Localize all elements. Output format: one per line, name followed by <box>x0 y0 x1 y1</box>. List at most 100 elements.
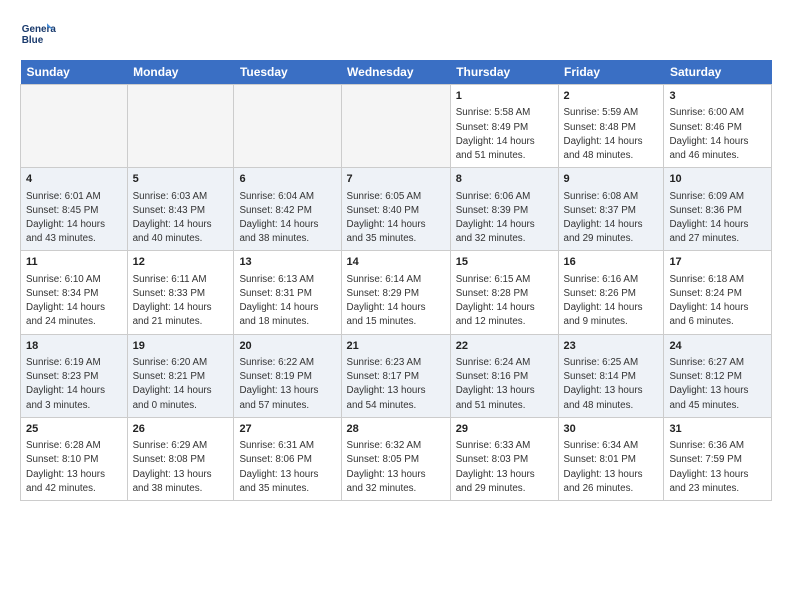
calendar-cell <box>341 85 450 168</box>
day-info: Sunrise: 6:29 AMSunset: 8:08 PMDaylight:… <box>133 439 229 496</box>
day-number: 9 <box>564 172 659 187</box>
day-number: 21 <box>347 339 445 354</box>
calendar-cell: 10 Sunrise: 6:09 AMSunset: 8:36 PMDayligh… <box>664 168 772 251</box>
day-info: Sunrise: 6:33 AMSunset: 8:03 PMDaylight:… <box>456 439 553 496</box>
day-header-wednesday: Wednesday <box>341 60 450 85</box>
calendar-cell: 15 Sunrise: 6:15 AMSunset: 8:28 PMDayligh… <box>450 251 558 334</box>
day-number: 7 <box>347 172 445 187</box>
calendar-cell <box>127 85 234 168</box>
header: General Blue <box>20 16 772 52</box>
calendar-week-4: 18Sunrise: 6:19 AMSunset: 8:23 PMDayligh… <box>21 334 772 417</box>
day-info: Sunrise: 5:58 AMSunset: 8:49 PMDaylight:… <box>456 106 553 163</box>
day-number: 25 <box>26 422 122 437</box>
day-info: Sunrise: 6:20 AMSunset: 8:21 PMDaylight:… <box>133 356 229 413</box>
day-header-sunday: Sunday <box>21 60 128 85</box>
day-info: Sunrise: 6:27 AMSunset: 8:12 PMDaylight:… <box>669 356 766 413</box>
calendar-cell: 17Sunrise: 6:18 AMSunset: 8:24 PMDayligh… <box>664 251 772 334</box>
day-number: 12 <box>133 255 229 270</box>
day-info: Sunrise: 6:34 AMSunset: 8:01 PMDaylight:… <box>564 439 659 496</box>
day-info: Sunrise: 6:01 AMSunset: 8:45 PMDaylight:… <box>26 190 122 247</box>
page-container: General Blue SundayMondayTuesdayWednesda… <box>0 0 792 511</box>
day-number: 13 <box>239 255 335 270</box>
calendar-cell: 27 Sunrise: 6:31 AMSunset: 8:06 PMDayligh… <box>234 417 341 500</box>
day-info: Sunrise: 6:09 AMSunset: 8:36 PMDaylight:… <box>669 190 766 247</box>
day-info: Sunrise: 6:15 AMSunset: 8:28 PMDaylight:… <box>456 273 553 330</box>
day-info: Sunrise: 6:05 AMSunset: 8:40 PMDaylight:… <box>347 190 445 247</box>
day-number: 15 <box>456 255 553 270</box>
calendar-week-2: 4 Sunrise: 6:01 AMSunset: 8:45 PMDaylight… <box>21 168 772 251</box>
calendar-cell: 2Sunrise: 5:59 AMSunset: 8:48 PMDaylight… <box>558 85 664 168</box>
calendar-cell: 1 Sunrise: 5:58 AMSunset: 8:49 PMDaylight… <box>450 85 558 168</box>
day-number: 8 <box>456 172 553 187</box>
day-number: 27 <box>239 422 335 437</box>
day-info: Sunrise: 6:23 AMSunset: 8:17 PMDaylight:… <box>347 356 445 413</box>
day-number: 29 <box>456 422 553 437</box>
calendar-cell: 5 Sunrise: 6:03 AMSunset: 8:43 PMDaylight… <box>127 168 234 251</box>
day-header-thursday: Thursday <box>450 60 558 85</box>
calendar-week-5: 25 Sunrise: 6:28 AMSunset: 8:10 PMDayligh… <box>21 417 772 500</box>
calendar-cell: 31 Sunrise: 6:36 AMSunset: 7:59 PMDayligh… <box>664 417 772 500</box>
day-header-monday: Monday <box>127 60 234 85</box>
calendar-cell: 9 Sunrise: 6:08 AMSunset: 8:37 PMDaylight… <box>558 168 664 251</box>
day-info: Sunrise: 6:28 AMSunset: 8:10 PMDaylight:… <box>26 439 122 496</box>
day-number: 3 <box>669 89 766 104</box>
day-info: Sunrise: 6:32 AMSunset: 8:05 PMDaylight:… <box>347 439 445 496</box>
calendar-cell: 24 Sunrise: 6:27 AMSunset: 8:12 PMDayligh… <box>664 334 772 417</box>
day-number: 16 <box>564 255 659 270</box>
calendar-cell: 26Sunrise: 6:29 AMSunset: 8:08 PMDayligh… <box>127 417 234 500</box>
day-number: 11 <box>26 255 122 270</box>
day-info: Sunrise: 6:16 AMSunset: 8:26 PMDaylight:… <box>564 273 659 330</box>
calendar-cell: 4 Sunrise: 6:01 AMSunset: 8:45 PMDaylight… <box>21 168 128 251</box>
day-number: 5 <box>133 172 229 187</box>
calendar-cell: 28 Sunrise: 6:32 AMSunset: 8:05 PMDayligh… <box>341 417 450 500</box>
day-info: Sunrise: 6:08 AMSunset: 8:37 PMDaylight:… <box>564 190 659 247</box>
calendar-cell: 25 Sunrise: 6:28 AMSunset: 8:10 PMDayligh… <box>21 417 128 500</box>
logo: General Blue <box>20 16 56 52</box>
day-number: 28 <box>347 422 445 437</box>
day-number: 24 <box>669 339 766 354</box>
day-info: Sunrise: 6:31 AMSunset: 8:06 PMDaylight:… <box>239 439 335 496</box>
calendar-cell: 12 Sunrise: 6:11 AMSunset: 8:33 PMDayligh… <box>127 251 234 334</box>
day-number: 31 <box>669 422 766 437</box>
day-number: 20 <box>239 339 335 354</box>
day-info: Sunrise: 6:36 AMSunset: 7:59 PMDaylight:… <box>669 439 766 496</box>
calendar-cell: 29 Sunrise: 6:33 AMSunset: 8:03 PMDayligh… <box>450 417 558 500</box>
day-number: 6 <box>239 172 335 187</box>
day-number: 10 <box>669 172 766 187</box>
day-info: Sunrise: 6:14 AMSunset: 8:29 PMDaylight:… <box>347 273 445 330</box>
day-number: 4 <box>26 172 122 187</box>
calendar-cell: 20 Sunrise: 6:22 AMSunset: 8:19 PMDayligh… <box>234 334 341 417</box>
calendar-week-1: 1 Sunrise: 5:58 AMSunset: 8:49 PMDaylight… <box>21 85 772 168</box>
calendar-cell <box>234 85 341 168</box>
day-number: 2 <box>564 89 659 104</box>
day-info: Sunrise: 6:22 AMSunset: 8:19 PMDaylight:… <box>239 356 335 413</box>
day-info: Sunrise: 6:25 AMSunset: 8:14 PMDaylight:… <box>564 356 659 413</box>
calendar-cell: 23 Sunrise: 6:25 AMSunset: 8:14 PMDayligh… <box>558 334 664 417</box>
day-number: 23 <box>564 339 659 354</box>
day-header-tuesday: Tuesday <box>234 60 341 85</box>
calendar-cell: 3Sunrise: 6:00 AMSunset: 8:46 PMDaylight… <box>664 85 772 168</box>
calendar-cell: 14 Sunrise: 6:14 AMSunset: 8:29 PMDayligh… <box>341 251 450 334</box>
calendar-cell: 8 Sunrise: 6:06 AMSunset: 8:39 PMDaylight… <box>450 168 558 251</box>
day-info: Sunrise: 6:11 AMSunset: 8:33 PMDaylight:… <box>133 273 229 330</box>
calendar-cell: 22 Sunrise: 6:24 AMSunset: 8:16 PMDayligh… <box>450 334 558 417</box>
calendar-cell: 13 Sunrise: 6:13 AMSunset: 8:31 PMDayligh… <box>234 251 341 334</box>
day-info: Sunrise: 6:24 AMSunset: 8:16 PMDaylight:… <box>456 356 553 413</box>
day-info: Sunrise: 6:04 AMSunset: 8:42 PMDaylight:… <box>239 190 335 247</box>
day-number: 14 <box>347 255 445 270</box>
calendar-cell: 30Sunrise: 6:34 AMSunset: 8:01 PMDayligh… <box>558 417 664 500</box>
calendar-cell: 7 Sunrise: 6:05 AMSunset: 8:40 PMDaylight… <box>341 168 450 251</box>
day-info: Sunrise: 6:13 AMSunset: 8:31 PMDaylight:… <box>239 273 335 330</box>
calendar-header-row: SundayMondayTuesdayWednesdayThursdayFrid… <box>21 60 772 85</box>
calendar: SundayMondayTuesdayWednesdayThursdayFrid… <box>20 60 772 501</box>
day-info: Sunrise: 6:06 AMSunset: 8:39 PMDaylight:… <box>456 190 553 247</box>
day-info: Sunrise: 6:03 AMSunset: 8:43 PMDaylight:… <box>133 190 229 247</box>
day-number: 1 <box>456 89 553 104</box>
calendar-cell: 16 Sunrise: 6:16 AMSunset: 8:26 PMDayligh… <box>558 251 664 334</box>
calendar-cell: 6 Sunrise: 6:04 AMSunset: 8:42 PMDaylight… <box>234 168 341 251</box>
calendar-week-3: 11Sunrise: 6:10 AMSunset: 8:34 PMDayligh… <box>21 251 772 334</box>
logo-icon: General Blue <box>20 16 56 52</box>
day-number: 22 <box>456 339 553 354</box>
calendar-cell: 19 Sunrise: 6:20 AMSunset: 8:21 PMDayligh… <box>127 334 234 417</box>
day-number: 19 <box>133 339 229 354</box>
